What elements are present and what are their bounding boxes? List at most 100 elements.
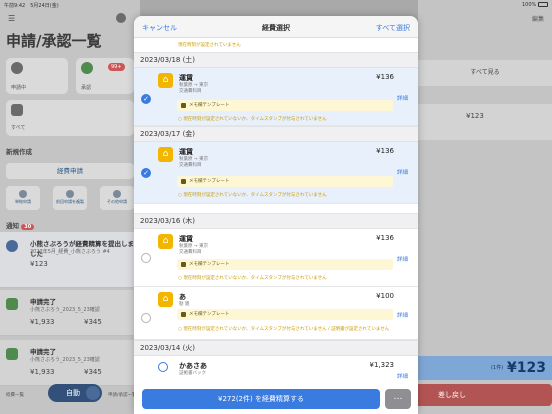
notification-title: 申請完了 <box>30 298 56 306</box>
status-card-label: 承認 <box>81 85 92 91</box>
tab-expense-list[interactable]: 経費一覧 <box>6 392 24 398</box>
checkbox-unchecked-icon[interactable] <box>141 313 151 323</box>
date-header: 2023/03/18 (土) <box>134 52 418 68</box>
check-icon <box>6 348 18 360</box>
battery-percent: 100% <box>522 1 537 8</box>
checkbox-checked-icon[interactable]: ✓ <box>141 94 151 104</box>
sheet-header: キャンセル 経費選択 すべて選択 <box>134 16 418 38</box>
checkbox-unchecked-icon[interactable] <box>141 253 151 263</box>
background-left-panel: ☰ 申請/承認一覧 申請中 99+ 承認 すべて 新規作成 経費申請 単純申請 … <box>0 0 140 414</box>
receipt-icon: ⌂ <box>158 292 173 307</box>
status-card-all[interactable]: すべて <box>6 100 134 136</box>
notification-item[interactable]: 申請完了 小熊さぶろう_2023_5_23確認 ¥1,933 ¥345 <box>0 340 140 386</box>
notifications-count-badge: 30 <box>21 224 35 230</box>
expense-category: 交通費科目 <box>179 89 202 94</box>
status-card-label: 申請中 <box>11 85 27 91</box>
sidebar-toggle-icon[interactable]: ☰ <box>8 14 15 23</box>
expense-category: 交通費科目 <box>179 250 202 255</box>
detail-link[interactable]: 詳細 <box>397 94 408 102</box>
timestamp-warning: 現在時刻が設定されていないか、タイムスタンプが付与されていません / 証明書が設… <box>178 326 389 332</box>
total-count: (1件) <box>490 365 504 371</box>
cancel-button[interactable]: キャンセル <box>142 23 177 33</box>
see-all-link[interactable]: すべて見る <box>418 60 552 86</box>
expense-row[interactable]: ⌂ 運賃 秋葉原 → 東京 交通費科目 ¥136 詳細 メモ欄テンプレート 現在… <box>134 229 418 287</box>
right-row-amount: ¥123 <box>418 104 552 140</box>
detail-link[interactable]: 詳細 <box>397 168 408 176</box>
notification-amount: ¥123 <box>30 260 48 268</box>
expense-request-button[interactable]: 経費申請 <box>6 163 134 179</box>
expense-category: 交通費科目 <box>179 163 202 168</box>
background-right-panel: 編集 すべて見る ¥123 <box>418 0 552 414</box>
notification-amount-secondary: ¥345 <box>84 368 102 376</box>
train-icon: ⌂ <box>158 234 173 249</box>
notification-amount-secondary: ¥345 <box>84 318 102 326</box>
timestamp-warning: 現在時刻が設定されていないか、タイムスタンプが付与されていません <box>178 116 326 122</box>
detail-link[interactable]: 詳細 <box>397 311 408 319</box>
section-new-title: 新規作成 <box>6 148 32 156</box>
top-warning-text: 現在時刻が設定されていません <box>178 43 241 48</box>
expense-amount: ¥136 <box>376 73 394 81</box>
notification-title: 申請完了 <box>30 348 56 356</box>
memo-box: メモ欄テンプレート <box>177 259 393 270</box>
expense-amount: ¥136 <box>376 234 394 242</box>
status-card-label: すべて <box>11 125 26 131</box>
status-badge: 99+ <box>108 63 125 71</box>
notification-subtitle: 小熊さぶろう_2023_5_23確認 <box>30 357 100 363</box>
approve-icon <box>81 62 93 74</box>
share-icon <box>11 62 23 74</box>
expense-row[interactable]: ✓ ⌂ 運賃 秋葉原 → 東京 交通費科目 ¥136 詳細 メモ欄テンプレート … <box>134 142 418 204</box>
notifications-title: 通知 30 <box>6 220 35 230</box>
list-icon <box>11 104 23 116</box>
select-all-button[interactable]: すべて選択 <box>376 23 410 33</box>
notification-icon <box>6 240 18 252</box>
status-time: 午前9:42 5月24日(金) <box>4 3 59 9</box>
tab-requests[interactable]: 申請/承認一覧 <box>108 392 137 398</box>
expense-amount: ¥100 <box>376 292 394 300</box>
page-title: 申請/承認一覧 <box>6 32 102 50</box>
gear-icon[interactable] <box>116 13 126 23</box>
expense-list[interactable]: 現在時刻が設定されていません 2023/03/18 (土) ✓ ⌂ 運賃 秋葉原… <box>134 38 418 414</box>
status-bar: 午前9:42 5月24日(金) 100% <box>0 0 552 10</box>
memo-box: メモ欄テンプレート <box>177 176 393 187</box>
timestamp-warning: 現在時刻が設定されていないか、タイムスタンプが付与されていません <box>178 275 326 281</box>
status-card-approve[interactable]: 99+ 承認 <box>76 58 134 94</box>
detail-link[interactable]: 詳細 <box>397 372 408 380</box>
expense-route: 勘 雑 <box>179 302 190 307</box>
checkbox-checked-icon[interactable]: ✓ <box>141 168 151 178</box>
quick-action-simple[interactable]: 単純申請 <box>6 186 40 210</box>
notification-subtitle: 小熊さぶろう_2023_5_23確認 <box>30 307 100 313</box>
expense-select-sheet: キャンセル 経費選択 すべて選択 現在時刻が設定されていません 2023/03/… <box>134 16 418 414</box>
date-header: 2023/03/17 (金) <box>134 126 418 142</box>
detail-link[interactable]: 詳細 <box>397 255 408 263</box>
more-options-button[interactable]: … <box>385 389 411 409</box>
notification-subtitle: 2023年5月_経費_小熊さぶろう #4 <box>30 249 110 255</box>
quick-action-other[interactable]: その他申請 <box>100 186 134 210</box>
memo-box: メモ欄テンプレート <box>177 100 393 111</box>
total-amount: ¥123 <box>507 360 546 376</box>
check-icon <box>6 298 18 310</box>
sheet-footer: ¥272(2件) を経費精算する … <box>134 386 418 414</box>
pen-icon <box>158 362 168 372</box>
total-bar: (1件) ¥123 <box>418 356 552 380</box>
expense-amount: ¥1,323 <box>369 361 395 369</box>
quick-action-duplicate[interactable]: 前回申請を複製 <box>53 186 87 210</box>
edit-button[interactable]: 編集 <box>532 14 544 23</box>
submit-expense-button[interactable]: ¥272(2件) を経費精算する <box>142 389 380 409</box>
expense-route: 証拠書バック <box>179 371 206 376</box>
train-icon: ⌂ <box>158 147 173 162</box>
notification-item[interactable]: 小熊さぶろうが経費精算を提出しました 2023年5月_経費_小熊さぶろう #4 … <box>0 232 140 288</box>
notification-amount: ¥1,933 <box>30 368 55 376</box>
notifications-label: 通知 <box>6 222 19 230</box>
train-icon: ⌂ <box>158 73 173 88</box>
notification-item[interactable]: 申請完了 小熊さぶろう_2023_5_23確認 ¥1,933 ¥345 <box>0 290 140 336</box>
battery-indicator: 100% <box>522 1 548 8</box>
notification-amount: ¥1,933 <box>30 318 55 326</box>
timestamp-warning: 現在時刻が設定されていないか、タイムスタンプが付与されていません <box>178 192 326 198</box>
auto-fab-button[interactable]: 自動 <box>48 384 102 402</box>
battery-icon <box>538 2 548 7</box>
status-card-pending[interactable]: 申請中 <box>6 58 68 94</box>
date-header: 2023/03/14 (火) <box>134 340 418 356</box>
date-header: 2023/03/16 (木) <box>134 213 418 229</box>
expense-row[interactable]: ⌂ あ 勘 雑 ¥100 詳細 メモ欄テンプレート 現在時刻が設定されていないか… <box>134 287 418 340</box>
expense-row[interactable]: ✓ ⌂ 運賃 秋葉原 → 東京 交通費科目 ¥136 詳細 メモ欄テンプレート … <box>134 68 418 126</box>
